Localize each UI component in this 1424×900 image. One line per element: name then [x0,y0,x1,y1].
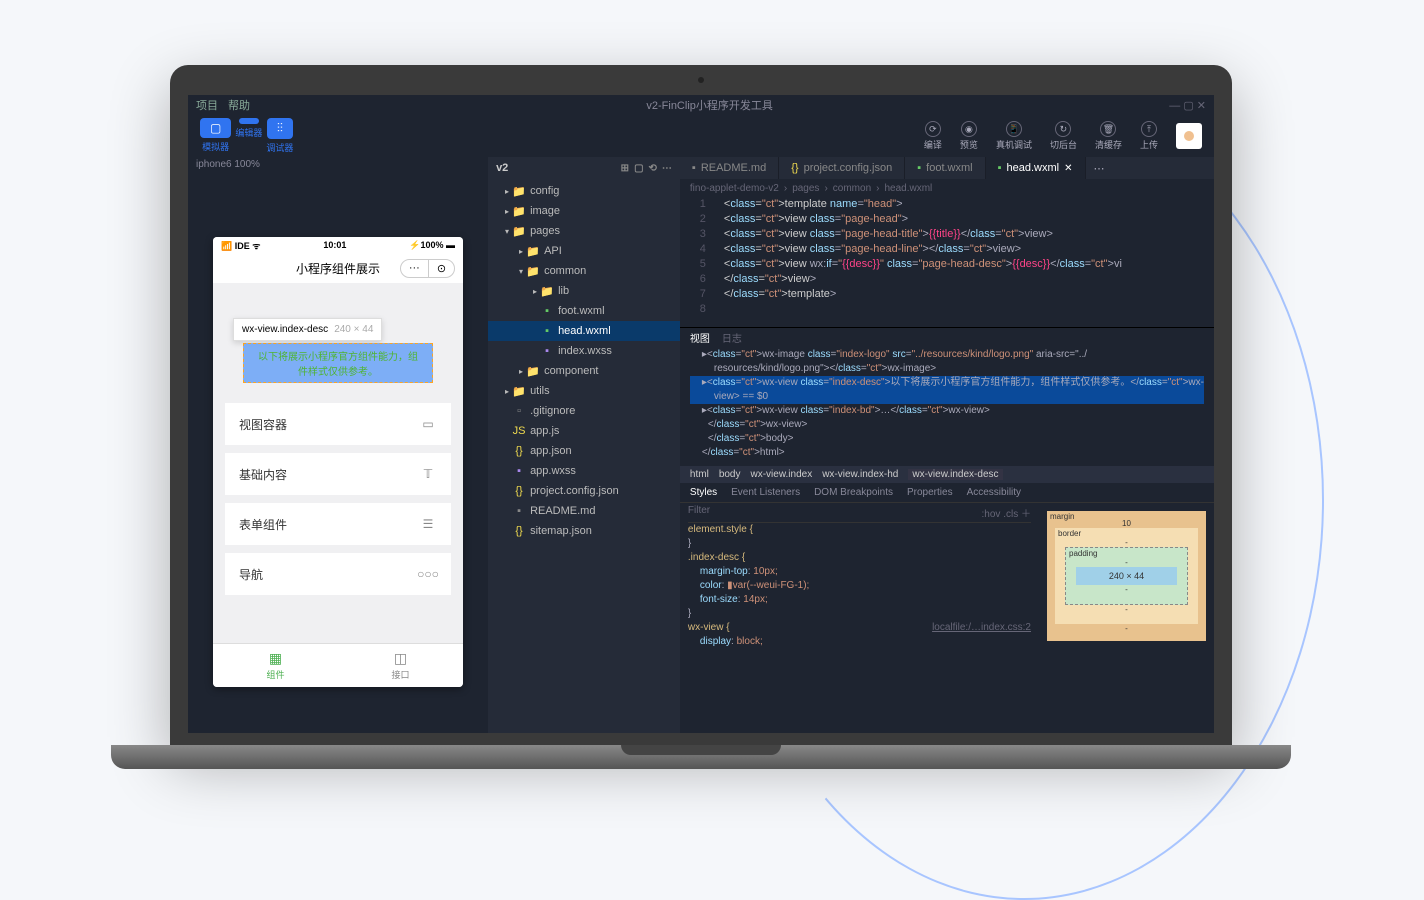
inspected-element[interactable]: 以下将展示小程序官方组件能力，组件样式仅供参考。 [243,343,433,383]
devtools-tab-elements[interactable]: 视图 [690,330,710,345]
phone-statusbar: 📶 IDE ᯤ 10:01 ⚡100% ▬ [213,237,463,253]
devtools-tab-console[interactable]: 日志 [722,330,742,345]
explorer-root[interactable]: v2 [496,162,508,174]
file-tree[interactable]: ▸📁config▸📁image▾📁pages▸📁API▾📁common▸📁lib… [488,179,680,733]
list-item[interactable]: 表单组件☰ [225,503,451,545]
tree-node[interactable]: ▸📁lib [488,281,680,301]
tabbar-item[interactable]: ▦组件 [213,644,338,687]
list-item-icon: ○○○ [419,565,437,583]
action-真机调试[interactable]: 📱真机调试 [996,121,1032,151]
tree-node[interactable]: ▸📁utils [488,381,680,401]
tree-node[interactable]: JSapp.js [488,421,680,441]
editor-tab[interactable]: ▪head.wxml✕ [986,157,1086,179]
phone-simulator[interactable]: 📶 IDE ᯤ 10:01 ⚡100% ▬ 小程序组件展示 ··· ⊙ [213,237,463,687]
window-controls[interactable]: — ▢ ✕ [1169,99,1206,112]
tree-node[interactable]: ▪app.wxss [488,461,680,481]
tree-node[interactable]: {}project.config.json [488,481,680,501]
editor-tab[interactable]: ▪foot.wxml [905,157,985,179]
tree-node[interactable]: ▫.gitignore [488,401,680,421]
menu-help[interactable]: 帮助 [228,97,250,113]
styles-filter-actions[interactable]: :hov .cls ＋ [982,505,1031,520]
toolbar: ▢模拟器编辑器⫶⫶调试器 ⟳编译◉预览📱真机调试↻切后台🗑清缓存⤒上传 [188,115,1214,157]
tree-node[interactable]: ▸📁component [488,361,680,381]
menu-project[interactable]: 项目 [196,97,218,113]
mode-button-1[interactable] [239,118,259,124]
simulator-panel: iphone6 100% 📶 IDE ᯤ 10:01 ⚡100% ▬ 小程序组件… [188,157,488,733]
avatar[interactable] [1176,123,1202,149]
tab-overflow-icon[interactable]: ⋯ [1086,157,1113,179]
list-item-icon: 𝕋 [419,465,437,483]
list-item[interactable]: 导航○○○ [225,553,451,595]
phone-tabbar: ▦组件◫接口 [213,643,463,687]
editor-tab[interactable]: {}project.config.json [779,157,905,179]
phone-content[interactable]: wx-view.index-desc240 × 44 以下将展示小程序官方组件能… [213,283,463,643]
tree-node[interactable]: {}app.json [488,441,680,461]
device-info: iphone6 100% [188,157,488,177]
tree-node[interactable]: ▸📁config [488,181,680,201]
close-icon[interactable]: ✕ [1064,163,1072,174]
styles-tabs: Styles Event Listeners DOM Breakpoints Prop… [680,483,1214,503]
breadcrumb[interactable]: fino-applet-demo-v2›pages›common›head.wx… [680,179,1214,197]
action-清缓存[interactable]: 🗑清缓存 [1095,121,1122,151]
window-title: v2-FinClip小程序开发工具 [646,97,773,113]
menubar: 项目 帮助 v2-FinClip小程序开发工具 — ▢ ✕ [188,95,1214,115]
devtools: 视图 日志 ▸<class="ct">wx-image class="index… [680,327,1214,733]
list-item-icon: ☰ [419,515,437,533]
inspector-tooltip: wx-view.index-desc240 × 44 [233,318,382,341]
editor-tab[interactable]: ▪README.md [680,157,779,179]
app-screen: 项目 帮助 v2-FinClip小程序开发工具 — ▢ ✕ ▢模拟器编辑器⫶⫶调… [188,95,1214,733]
tabbar-item[interactable]: ◫接口 [338,644,463,687]
camera-dot [698,77,704,83]
tree-node[interactable]: ▾📁common [488,261,680,281]
list-item-icon: ▭ [419,415,437,433]
tree-node[interactable]: ▸📁API [488,241,680,261]
dom-tree[interactable]: ▸<class="ct">wx-image class="index-logo"… [680,346,1214,466]
action-切后台[interactable]: ↻切后台 [1050,121,1077,151]
explorer-action-icon[interactable]: ▢ [634,163,643,174]
tree-node[interactable]: ▪foot.wxml [488,301,680,321]
code-editor[interactable]: 12345678 <class="ct">template name="head… [680,197,1214,327]
action-编译[interactable]: ⟳编译 [924,121,942,151]
explorer-action-icon[interactable]: ⊞ [621,163,629,174]
mode-button-2[interactable]: ⫶⫶ [267,118,293,139]
editor-panel: ▪README.md{}project.config.json▪foot.wxm… [680,157,1214,733]
styles-filter[interactable]: Filter [688,505,710,520]
tree-node[interactable]: ▾📁pages [488,221,680,241]
dom-breadcrumb[interactable]: htmlbodywx-view.indexwx-view.index-hdwx-… [680,466,1214,483]
styles-rules[interactable]: Filter :hov .cls ＋ element.style {}.inde… [680,503,1039,733]
box-model[interactable]: margin 10 border - padding - 240 × 4 [1039,503,1214,733]
list-item[interactable]: 视图容器▭ [225,403,451,445]
explorer-action-icon[interactable]: ⟲ [649,163,657,174]
tree-node[interactable]: ▪head.wxml [488,321,680,341]
styles-tab[interactable]: Styles [690,487,717,498]
styles-tab[interactable]: Properties [907,487,953,498]
phone-navbar: 小程序组件展示 ··· ⊙ [213,253,463,283]
tree-node[interactable]: {}sitemap.json [488,521,680,541]
list-item[interactable]: 基础内容𝕋 [225,453,451,495]
tree-node[interactable]: ▸📁image [488,201,680,221]
editor-tabs: ▪README.md{}project.config.json▪foot.wxm… [680,157,1214,179]
explorer-action-icon[interactable]: ⋯ [662,163,672,174]
laptop-frame: 项目 帮助 v2-FinClip小程序开发工具 — ▢ ✕ ▢模拟器编辑器⫶⫶调… [170,65,1232,785]
mode-button-0[interactable]: ▢ [200,118,231,138]
capsule-button[interactable]: ··· ⊙ [400,259,455,278]
styles-tab[interactable]: Event Listeners [731,487,800,498]
styles-tab[interactable]: Accessibility [967,487,1021,498]
tree-node[interactable]: ▪index.wxss [488,341,680,361]
action-预览[interactable]: ◉预览 [960,121,978,151]
file-explorer: v2 ⊞ ▢ ⟲ ⋯ ▸📁config▸📁image▾📁pages▸📁API▾📁com… [488,157,680,733]
tree-node[interactable]: ▪README.md [488,501,680,521]
decorative-curve [1204,0,1424,250]
minimap[interactable] [1174,197,1214,327]
styles-tab[interactable]: DOM Breakpoints [814,487,893,498]
action-上传[interactable]: ⤒上传 [1140,121,1158,151]
